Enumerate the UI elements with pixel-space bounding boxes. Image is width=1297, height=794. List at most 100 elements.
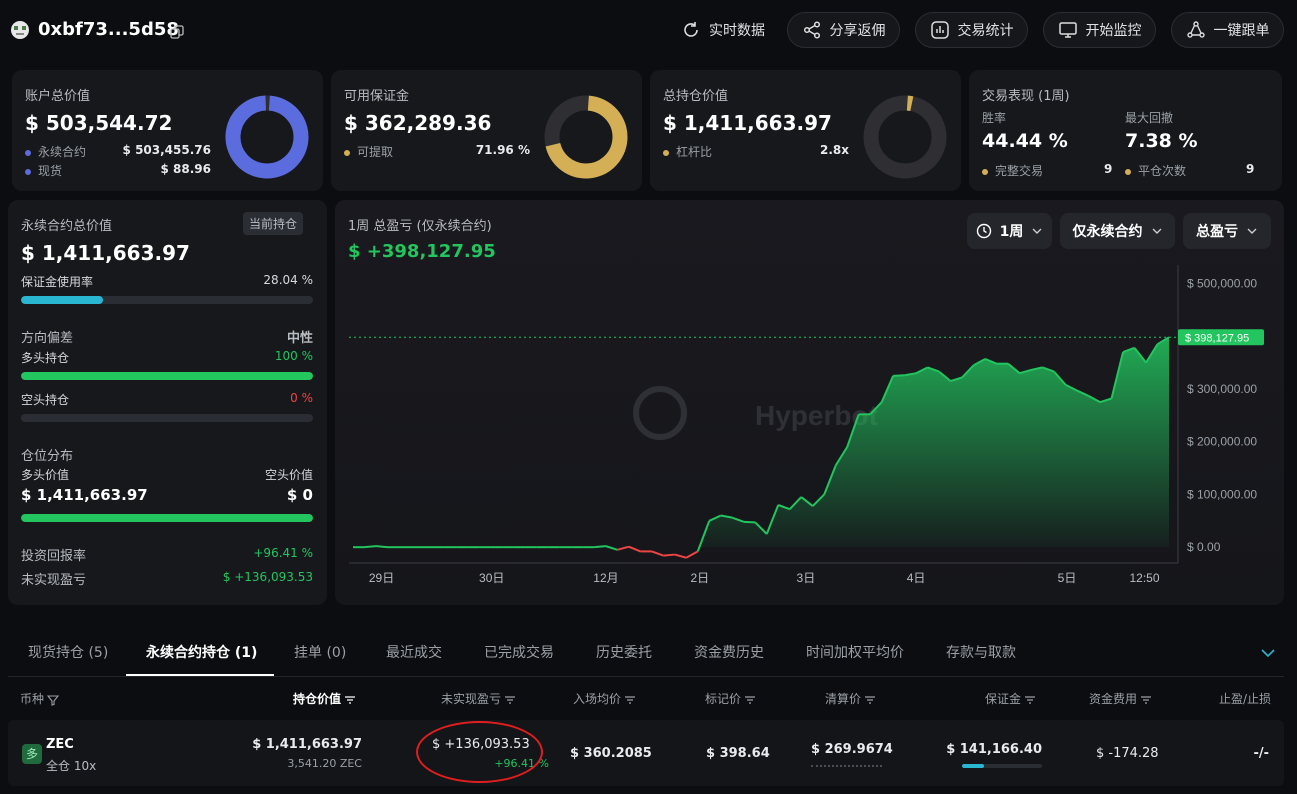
stats-button[interactable]: 交易统计 xyxy=(915,12,1028,48)
long-value: 100 % xyxy=(274,349,313,363)
share-label: 分享返佣 xyxy=(829,23,886,39)
tab-deposits-withdrawals[interactable]: 存款与取款 xyxy=(946,642,1016,662)
tab-completed-trades[interactable]: 已完成交易 xyxy=(484,642,554,662)
col-position-value[interactable]: 持仓价值 xyxy=(293,690,356,707)
funding-fee: $ -174.28 xyxy=(1096,746,1159,761)
available-margin-card: 可用保证金 $ 362,289.36 可提取 71.96 % xyxy=(331,70,642,191)
col-margin-label: 保证金 xyxy=(985,692,1022,706)
trades-row: 完整交易 xyxy=(982,162,1043,179)
realtime-button[interactable]: 实时数据 xyxy=(668,12,778,48)
long-label: 多头持仓 xyxy=(21,351,70,365)
tab-funding-history[interactable]: 资金费历史 xyxy=(694,642,764,662)
trades-value: 9 xyxy=(1104,162,1113,176)
pnl-chart: Hyperbot $ 500,000.00 $ 300,000.00 $ 200,0… xyxy=(349,265,1264,585)
tab-divider xyxy=(8,676,1284,677)
col-margin[interactable]: 保证金 xyxy=(985,690,1036,707)
margin-donut xyxy=(544,95,628,179)
chevron-down-icon xyxy=(1152,228,1161,234)
card-title: 总持仓价值 xyxy=(663,89,729,104)
position-value-card: 总持仓价值 $ 1,411,663.97 杠杆比 2.8x xyxy=(650,70,961,191)
winrate-value: 44.44 % xyxy=(982,130,1068,152)
chevron-down-icon xyxy=(1247,228,1257,234)
account-value: $ 503,544.72 xyxy=(25,111,173,135)
copy-icon[interactable] xyxy=(170,24,184,39)
short-position-value: $ 0 xyxy=(286,486,313,504)
bias-title: 方向偏差 xyxy=(21,331,74,346)
copy-trade-button[interactable]: 一键跟单 xyxy=(1171,12,1284,48)
x-axis: 29日 30日 12月 2日 3日 4日 5日 12:50 xyxy=(369,571,1160,585)
sort-icon xyxy=(745,695,756,704)
drawdown-value: 7.38 % xyxy=(1125,130,1198,152)
close-value: 9 xyxy=(1246,162,1255,176)
tab-order-history[interactable]: 历史委托 xyxy=(596,642,652,662)
short-label: 空头持仓 xyxy=(21,393,70,407)
filter-icon xyxy=(46,694,60,706)
perp-row: 永续合约 xyxy=(25,143,86,160)
wallet-address: 0xbf73...5d58 xyxy=(38,19,179,40)
share-icon xyxy=(803,21,820,39)
y-tick-label: $ 100,000.00 xyxy=(1187,487,1257,501)
entry-price: $ 360.2085 xyxy=(570,746,652,761)
col-mark-price[interactable]: 标记价 xyxy=(705,690,756,707)
pnl-line-segment xyxy=(594,545,606,549)
liq-price-underline xyxy=(811,765,882,767)
period-dropdown[interactable]: 1周 xyxy=(967,213,1052,249)
pnl-line-segment xyxy=(663,553,675,557)
avatar[interactable] xyxy=(8,18,32,42)
card-title: 账户总价值 xyxy=(25,89,91,104)
col-coin[interactable]: 币种 xyxy=(20,690,60,707)
spot-value: $ 88.96 xyxy=(160,162,211,176)
refresh-icon xyxy=(684,22,698,37)
y-tick-label: $ 0.00 xyxy=(1187,540,1221,554)
y-tick-label: $ 200,000.00 xyxy=(1187,435,1257,449)
margin-usage-bar xyxy=(21,296,313,304)
bias-value: 中性 xyxy=(286,331,313,346)
perp-value: $ 503,455.76 xyxy=(122,143,211,157)
y-tick-label: $ 300,000.00 xyxy=(1187,382,1257,396)
chart-title: 1周 总盈亏 (仅永续合约) xyxy=(348,219,492,234)
collapse-chevron-icon[interactable] xyxy=(1260,645,1276,665)
leverage-value: 2.8x xyxy=(820,143,849,157)
distribution-bar xyxy=(21,514,313,522)
watermark: Hyperbot xyxy=(633,386,878,440)
position-value: $ 1,411,663.97 xyxy=(252,737,362,752)
tpsl-value[interactable]: -/- xyxy=(1253,746,1269,761)
spot-row: 现货 xyxy=(25,162,62,179)
tab-open-orders[interactable]: 挂单 (0) xyxy=(294,642,346,662)
metric-dropdown[interactable]: 总盈亏 xyxy=(1183,213,1271,249)
col-position-value-label: 持仓价值 xyxy=(293,692,342,706)
col-liq-price-label: 清算价 xyxy=(825,692,862,706)
coin-symbol[interactable]: ZEC xyxy=(46,737,74,752)
tab-spot-positions[interactable]: 现货持仓 (5) xyxy=(28,642,108,662)
scope-dropdown[interactable]: 仅永续合约 xyxy=(1060,213,1175,249)
x-tick-label: 12月 xyxy=(593,571,618,585)
card-title: 交易表现 (1周) xyxy=(982,89,1070,104)
tab-recent-fills[interactable]: 最近成交 xyxy=(386,642,442,662)
col-entry-price[interactable]: 入场均价 xyxy=(573,690,636,707)
stats-icon xyxy=(930,21,949,39)
share-button[interactable]: 分享返佣 xyxy=(787,12,900,48)
pnl-line-segment xyxy=(375,545,388,549)
y-tick-label: $ 500,000.00 xyxy=(1187,277,1257,291)
col-funding-label: 资金费用 xyxy=(1089,692,1138,706)
col-upnl[interactable]: 未实现盈亏 xyxy=(441,690,516,707)
trades-label: 完整交易 xyxy=(995,164,1044,178)
monitor-button[interactable]: 开始监控 xyxy=(1043,12,1156,48)
margin-usage-label: 保证金使用率 xyxy=(21,275,94,289)
tab-twap[interactable]: 时间加权平均价 xyxy=(806,642,904,662)
col-liq-price[interactable]: 清算价 xyxy=(825,690,876,707)
close-label: 平仓次数 xyxy=(1138,164,1187,178)
x-tick-label: 29日 xyxy=(369,571,394,585)
col-entry-price-label: 入场均价 xyxy=(573,692,622,706)
roi-label: 投资回报率 xyxy=(21,549,87,564)
col-funding[interactable]: 资金费用 xyxy=(1089,690,1152,707)
col-coin-label: 币种 xyxy=(20,692,45,706)
tab-perp-positions[interactable]: 永续合约持仓 (1) xyxy=(146,642,257,662)
short-value-label: 空头价值 xyxy=(264,468,313,482)
x-tick-label: 2日 xyxy=(690,571,709,585)
x-tick-label: 5日 xyxy=(1058,571,1077,585)
liq-price: $ 269.9674 xyxy=(811,742,893,757)
monitor-icon xyxy=(1058,22,1077,38)
current-position-badge[interactable]: 当前持仓 xyxy=(243,212,304,235)
highlight-circle xyxy=(416,721,543,783)
